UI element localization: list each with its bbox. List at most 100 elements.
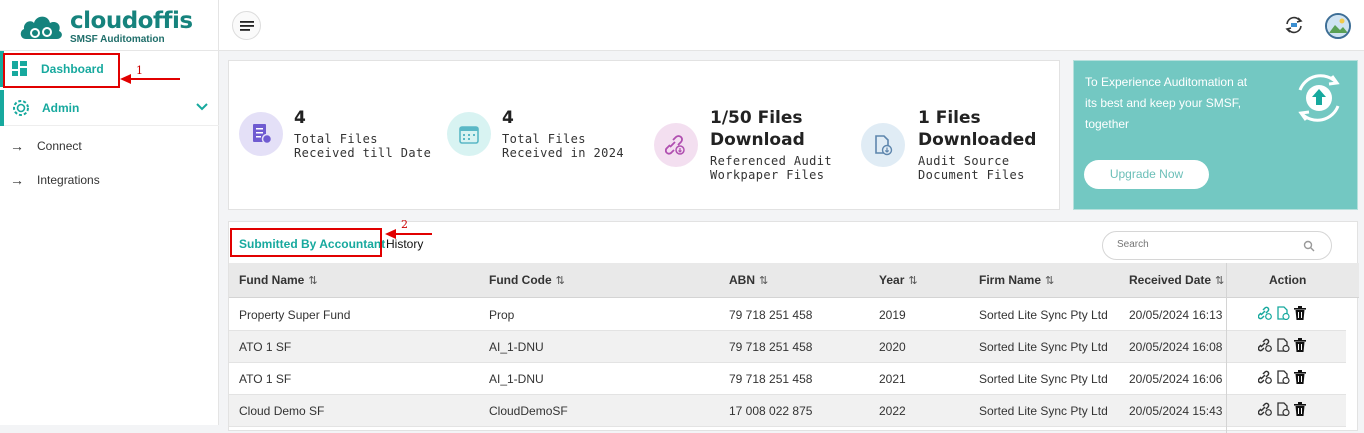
brand-tagline: SMSF Auditomation bbox=[70, 33, 165, 45]
annotation-box-dashboard bbox=[3, 53, 120, 88]
document-download-icon bbox=[861, 123, 905, 167]
cell-year: 2021 bbox=[879, 372, 906, 386]
stat-source-downloaded: 1 Files Downloaded Audit Source Document… bbox=[853, 61, 1061, 211]
stat-number: 1 Files Downloaded bbox=[918, 108, 1037, 150]
cell-fund-name: Property Super Fund bbox=[239, 308, 351, 322]
sort-icon[interactable]: ⇅ bbox=[556, 275, 565, 287]
arrow-right-icon: → bbox=[10, 172, 24, 188]
cell-received-date: 20/05/2024 16:13 bbox=[1129, 308, 1223, 322]
sort-icon[interactable]: ⇅ bbox=[1215, 275, 1224, 287]
cell-year: 2022 bbox=[879, 404, 906, 418]
cell-received-date: 20/05/2024 15:43 bbox=[1129, 404, 1223, 418]
brand-logo[interactable]: cloudoffis SMSF Auditomation bbox=[18, 7, 193, 45]
stat-referenced-download: 1/50 Files Download Referenced Audit Wor… bbox=[645, 61, 853, 211]
sidebar-item-admin[interactable]: Admin bbox=[0, 90, 219, 126]
cell-fund-code: CloudDemoSF bbox=[489, 404, 568, 418]
annotation-arrowhead-2 bbox=[385, 229, 396, 239]
stat-number: 4 bbox=[502, 108, 514, 128]
brand-name: cloudoffis bbox=[70, 7, 193, 34]
cell-firm-name: Sorted Lite Sync Pty Ltd bbox=[979, 372, 1108, 386]
chevron-down-icon[interactable] bbox=[196, 101, 208, 115]
cell-firm-name: Sorted Lite Sync Pty Ltd bbox=[979, 308, 1108, 322]
sidebar-item-label: Connect bbox=[37, 139, 82, 153]
search-input[interactable] bbox=[1117, 239, 1297, 250]
stat-description: Total Files Received in 2024 bbox=[502, 132, 624, 160]
files-received-icon bbox=[239, 112, 283, 156]
upgrade-now-button[interactable]: Upgrade Now bbox=[1084, 160, 1209, 189]
upgrade-cycle-icon bbox=[1292, 70, 1346, 131]
column-header-label: Received Date bbox=[1129, 273, 1212, 287]
annotation-arrow-1 bbox=[126, 78, 180, 80]
cell-abn: 79 718 251 458 bbox=[729, 308, 813, 322]
table-row[interactable]: ATO 1 SF AI_1-DNU 79 718 251 458 2020 So… bbox=[229, 331, 1346, 363]
app-frame: cloudoffis SMSF Auditomation Dashboard A… bbox=[0, 0, 1364, 433]
cell-fund-name: Cloud Demo SF bbox=[239, 404, 325, 418]
sidebar-item-connect[interactable]: → Connect bbox=[0, 131, 219, 161]
sort-icon[interactable]: ⇅ bbox=[759, 275, 768, 287]
cell-fund-code: AI_1-DNU bbox=[489, 340, 544, 354]
arrow-right-icon: → bbox=[10, 138, 24, 154]
column-header-abn[interactable]: ABN ⇅ bbox=[729, 273, 768, 287]
hamburger-menu-icon[interactable] bbox=[232, 11, 261, 40]
cell-fund-name: ATO 1 SF bbox=[239, 340, 292, 354]
cell-abn: 79 718 251 458 bbox=[729, 340, 813, 354]
column-header-label: Firm Name bbox=[979, 273, 1042, 287]
topbar bbox=[219, 0, 1364, 51]
sync-icon[interactable] bbox=[1283, 15, 1305, 40]
stat-number: 1/50 Files Download bbox=[710, 108, 805, 150]
cell-fund-code: AI_1-DNU bbox=[489, 372, 544, 386]
cell-fund-name: ATO 1 SF bbox=[239, 372, 292, 386]
annotation-arrowhead-1 bbox=[120, 74, 131, 84]
cell-received-date: 20/05/2024 16:06 bbox=[1129, 372, 1223, 386]
cell-year: 2019 bbox=[879, 308, 906, 322]
annotation-arrow-2 bbox=[392, 233, 432, 235]
action-column-divider bbox=[1226, 263, 1346, 433]
calendar-icon bbox=[447, 112, 491, 156]
sidebar-item-label: Admin bbox=[42, 101, 80, 115]
column-header-label: ABN bbox=[729, 273, 755, 287]
cell-received-date: 20/05/2024 16:08 bbox=[1129, 340, 1223, 354]
upgrade-promo: To Experience Auditomation at its best a… bbox=[1073, 60, 1358, 210]
sort-icon[interactable]: ⇅ bbox=[1045, 275, 1054, 287]
column-header-label: Year bbox=[879, 273, 905, 287]
search-icon[interactable] bbox=[1303, 239, 1315, 257]
annotation-marker-1: 1 bbox=[136, 64, 143, 77]
cloud-logo-icon bbox=[20, 16, 62, 39]
column-header-fund-code[interactable]: Fund Code ⇅ bbox=[489, 273, 565, 287]
table-header: Fund Name ⇅ Fund Code ⇅ ABN ⇅ Year ⇅ Firm Na… bbox=[229, 263, 1359, 298]
stat-number: 4 bbox=[294, 108, 306, 128]
sidebar-item-label: Integrations bbox=[37, 173, 100, 187]
cell-year: 2020 bbox=[879, 340, 906, 354]
column-header-label: Fund Name bbox=[239, 273, 305, 287]
cell-fund-code: Prop bbox=[489, 308, 515, 322]
stats-card: 4 Total Files Received till Date 4 Total… bbox=[228, 60, 1060, 210]
column-header-label: Fund Code bbox=[489, 273, 552, 287]
sort-icon[interactable]: ⇅ bbox=[308, 275, 317, 287]
cell-firm-name: Sorted Lite Sync Pty Ltd bbox=[979, 340, 1108, 354]
promo-text: To Experience Auditomation at its best a… bbox=[1085, 75, 1248, 131]
cell-abn: 17 008 022 875 bbox=[729, 404, 813, 418]
stat-total-files: 4 Total Files Received till Date bbox=[229, 61, 434, 211]
annotation-box-submitted bbox=[230, 228, 382, 257]
submissions-table-card: Submitted By Accountant History Fund Nam… bbox=[228, 221, 1359, 433]
table-row[interactable]: ATO 1 SF AI_1-DNU 79 718 251 458 2021 So… bbox=[229, 363, 1346, 395]
annotation-marker-2: 2 bbox=[401, 218, 408, 231]
stat-description: Total Files Received till Date bbox=[294, 132, 432, 160]
admin-gear-icon bbox=[12, 99, 30, 120]
column-header-fund-name[interactable]: Fund Name ⇅ bbox=[239, 273, 318, 287]
stat-files-2024: 4 Total Files Received in 2024 bbox=[437, 61, 642, 211]
link-download-icon bbox=[654, 123, 698, 167]
cell-firm-name: Sorted Lite Sync Pty Ltd bbox=[979, 404, 1108, 418]
cell-abn: 79 718 251 458 bbox=[729, 372, 813, 386]
column-header-year[interactable]: Year ⇅ bbox=[879, 273, 918, 287]
sidebar-item-integrations[interactable]: → Integrations bbox=[0, 165, 219, 195]
column-header-firm-name[interactable]: Firm Name ⇅ bbox=[979, 273, 1054, 287]
sort-icon[interactable]: ⇅ bbox=[908, 275, 917, 287]
active-indicator bbox=[0, 90, 4, 126]
search-box[interactable] bbox=[1102, 231, 1332, 260]
table-row[interactable]: Cloud Demo SF CloudDemoSF 17 008 022 875… bbox=[229, 395, 1346, 427]
table-row[interactable]: Property Super Fund Prop 79 718 251 458 … bbox=[229, 299, 1346, 331]
user-avatar-icon[interactable] bbox=[1325, 13, 1351, 39]
stat-description: Audit Source Document Files bbox=[918, 154, 1025, 182]
column-header-received-date[interactable]: Received Date ⇅ bbox=[1129, 273, 1224, 287]
